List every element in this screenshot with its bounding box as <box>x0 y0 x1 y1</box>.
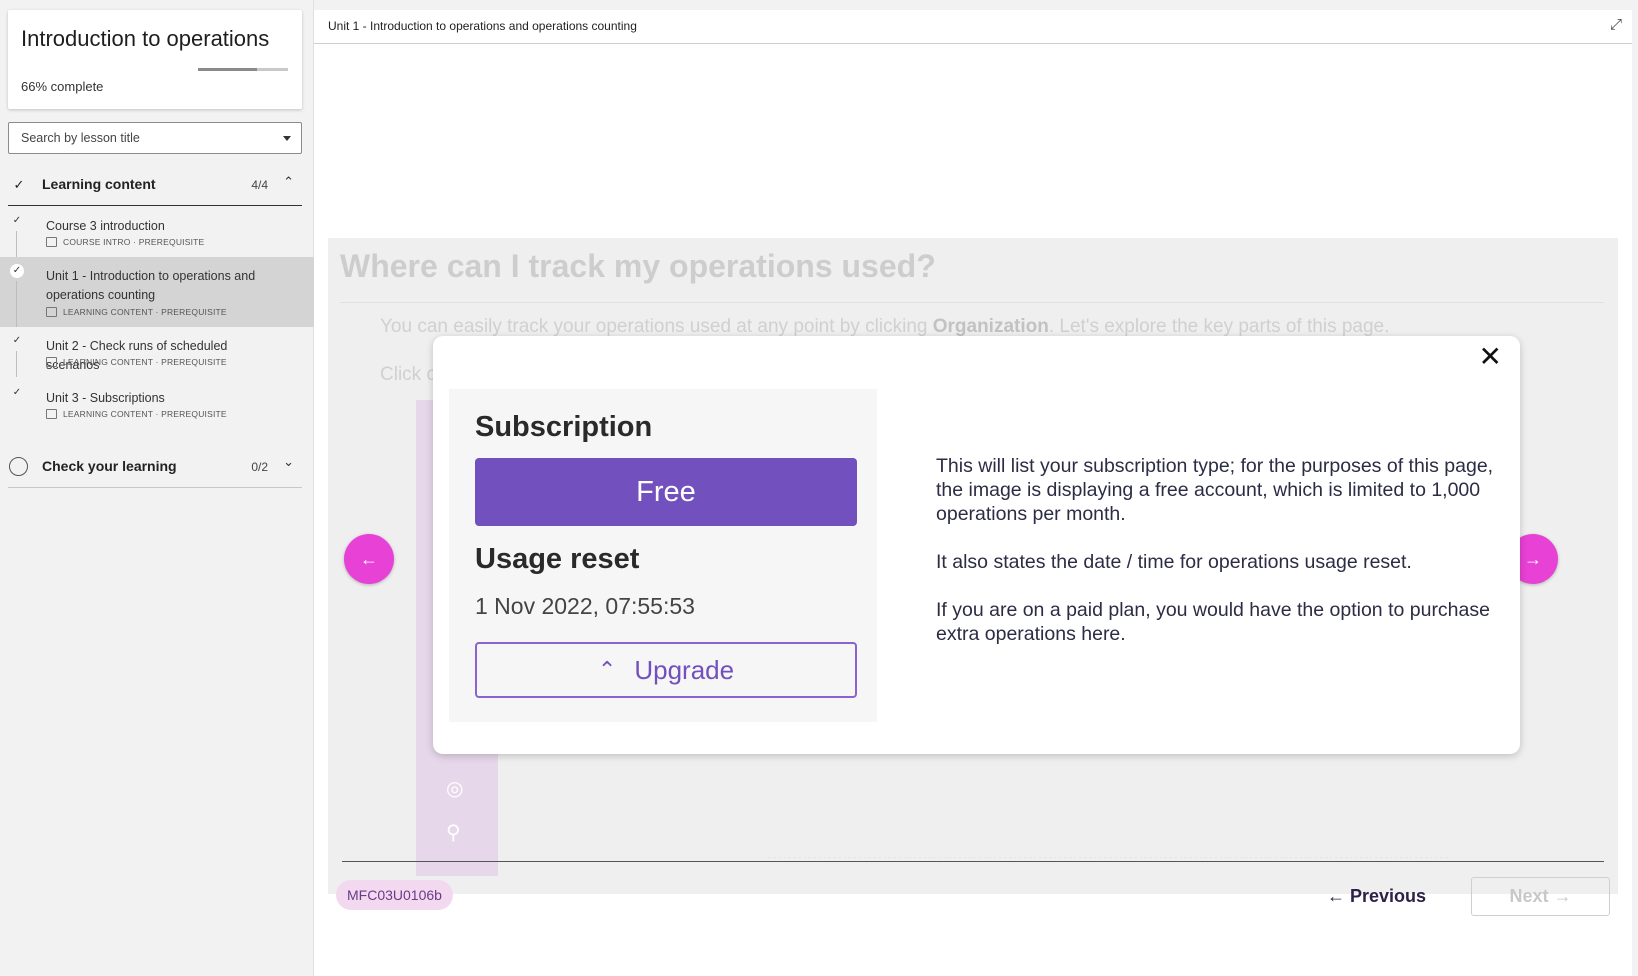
arrow-right-icon: → <box>1524 549 1542 569</box>
lesson-meta-text: LEARNING CONTENT · PREREQUISITE <box>63 307 227 317</box>
usage-reset-title: Usage reset <box>475 543 640 575</box>
arrow-left-icon: ← <box>360 549 378 569</box>
lesson-rail <box>16 231 17 257</box>
arrow-left-icon: ← <box>1327 886 1345 906</box>
usage-reset-date: 1 Nov 2022, 07:55:53 <box>475 593 695 619</box>
close-icon[interactable]: ✕ <box>1479 342 1502 372</box>
lesson-rail <box>16 351 17 377</box>
progress-text: 66% complete <box>21 79 103 94</box>
lesson-meta-text: COURSE INTRO · PREREQUISITE <box>63 237 205 247</box>
arrow-right-icon: → <box>1553 886 1572 906</box>
lesson-item[interactable]: ✓ Course 3 introduction COURSE INTRO · P… <box>0 207 314 257</box>
background-chart <box>768 758 1448 858</box>
chevron-down-icon: ⌄ <box>283 454 294 469</box>
previous-button[interactable]: ← Previous <box>1327 886 1426 907</box>
key-icon: ⚲ <box>446 822 461 844</box>
document-icon <box>46 357 57 367</box>
document-icon <box>46 237 57 247</box>
para-suffix: . Let's explore the key parts of this pa… <box>1048 316 1390 337</box>
course-title: Introduction to operations <box>21 26 270 51</box>
lesson-title: Unit 3 - Subscriptions <box>46 391 165 405</box>
lesson-heading: Where can I track my operations used? <box>340 248 936 284</box>
check-icon: ✓ <box>13 177 25 192</box>
modal-paragraph: If you are on a paid plan, you would hav… <box>936 599 1490 645</box>
incomplete-circle-icon <box>9 457 28 476</box>
chevron-up-icon: ⌃ <box>283 174 294 189</box>
para-prefix: You can easily track your operations use… <box>380 316 933 337</box>
lesson-meta-text: LEARNING CONTENT · PREREQUISITE <box>63 357 227 367</box>
lesson-meta: COURSE INTRO · PREREQUISITE <box>46 237 204 247</box>
lesson-code-badge: MFC03U0106b <box>336 880 453 910</box>
lesson-paragraph: You can easily track your operations use… <box>380 316 1389 338</box>
sidebar: Introduction to operations 66% complete … <box>0 0 314 976</box>
caret-down-icon <box>283 136 291 141</box>
progress-bar <box>198 68 288 71</box>
lesson-meta: LEARNING CONTENT · PREREQUISITE <box>46 357 227 367</box>
plan-badge: Free <box>475 458 857 526</box>
divider <box>340 302 1604 303</box>
lesson-item[interactable]: ✓ Unit 2 - Check runs of scheduled scena… <box>0 327 314 377</box>
lesson-item[interactable]: ✓ Unit 3 - Subscriptions LEARNING CONTEN… <box>0 377 314 427</box>
section-label: Check your learning <box>42 458 177 474</box>
para-bold: Organization <box>932 316 1049 337</box>
lesson-meta: LEARNING CONTENT · PREREQUISITE <box>46 307 227 317</box>
previous-label: Previous <box>1350 886 1427 906</box>
progress-fill <box>198 68 258 71</box>
section-count: 0/2 <box>251 460 268 474</box>
expand-icon[interactable]: ⤢ <box>1610 16 1622 33</box>
lesson-meta: LEARNING CONTENT · PREREQUISITE <box>46 409 227 419</box>
section-label: Learning content <box>42 176 156 192</box>
section-check-your-learning[interactable]: Check your learning 0/2 ⌄ <box>8 444 302 488</box>
progress-percent: 66% <box>21 79 48 94</box>
lesson-title: Unit 2 - Check runs of scheduled scenari… <box>46 339 228 372</box>
next-button[interactable]: Next → <box>1471 877 1610 916</box>
lesson-meta-text: LEARNING CONTENT · PREREQUISITE <box>63 409 227 419</box>
document-icon <box>46 307 57 317</box>
modal-paragraph: This will list your subscription type; f… <box>936 455 1494 525</box>
subscription-title: Subscription <box>475 411 653 443</box>
lesson-title: Unit 1 - Introduction to operations and … <box>46 269 256 302</box>
upgrade-label: Upgrade <box>634 655 735 685</box>
search-placeholder: Search by lesson title <box>21 131 140 145</box>
lesson-search-dropdown[interactable]: Search by lesson title <box>8 122 302 154</box>
footer-divider <box>342 861 1604 862</box>
check-icon: ✓ <box>10 264 24 278</box>
course-card: Introduction to operations 66% complete <box>8 10 302 109</box>
modal-paragraph: It also states the date / time for opera… <box>936 551 1412 573</box>
subscription-screenshot: Subscription Free Usage reset 1 Nov 2022… <box>449 389 877 722</box>
carousel-prev-button[interactable]: ← <box>344 534 394 584</box>
check-icon: ✓ <box>12 335 22 346</box>
check-icon: ✓ <box>12 387 22 398</box>
hotspot-modal: ✕ Subscription Free Usage reset 1 Nov 20… <box>433 336 1520 754</box>
section-count: 4/4 <box>251 178 268 192</box>
upgrade-button-image: ⌃ Upgrade <box>475 642 857 698</box>
document-icon <box>46 409 57 419</box>
lesson-item-active[interactable]: ✓ Unit 1 - Introduction to operations an… <box>0 257 314 327</box>
lesson-title: Course 3 introduction <box>46 219 165 233</box>
modal-description: This will list your subscription type; f… <box>936 454 1496 670</box>
chevron-up-icon: ⌃ <box>597 657 617 682</box>
lesson-rail <box>16 281 17 327</box>
progress-suffix: complete <box>50 79 104 94</box>
globe-icon: ◎ <box>446 778 464 800</box>
next-label: Next <box>1509 886 1549 906</box>
section-learning-content[interactable]: ✓ Learning content 4/4 ⌃ <box>8 162 302 206</box>
main-panel: Unit 1 - Introduction to operations and … <box>314 10 1632 976</box>
breadcrumb: Unit 1 - Introduction to operations and … <box>328 19 637 33</box>
check-icon: ✓ <box>12 215 22 226</box>
lesson-topbar: Unit 1 - Introduction to operations and … <box>314 10 1632 44</box>
